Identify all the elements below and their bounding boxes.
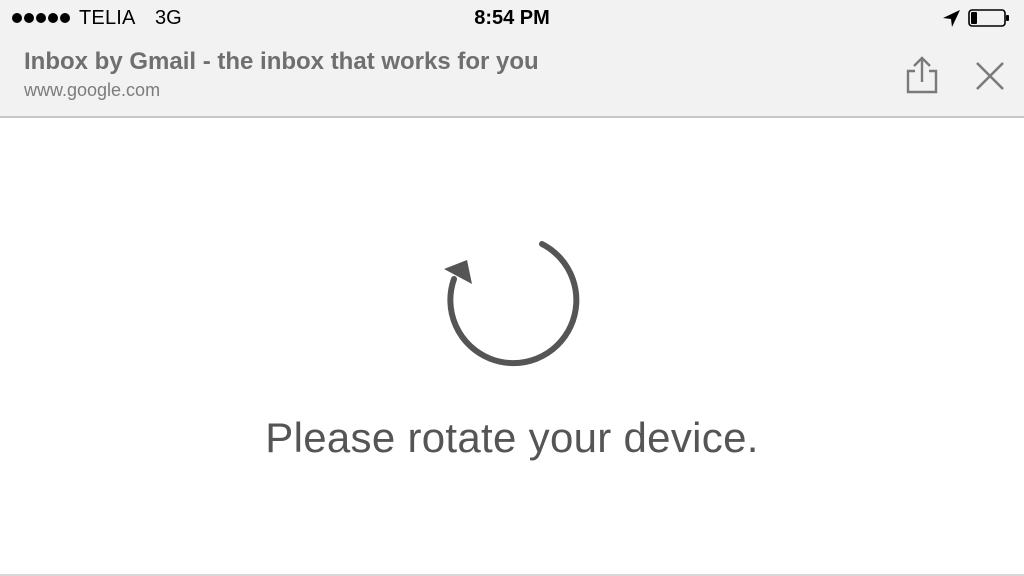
status-time: 8:54 PM xyxy=(474,7,550,29)
battery-fill xyxy=(971,12,977,24)
share-button[interactable] xyxy=(900,54,944,98)
page-url[interactable]: www.google.com xyxy=(24,80,160,101)
rotate-icon xyxy=(444,241,580,367)
battery-icon xyxy=(968,9,1009,27)
page-title: Inbox by Gmail - the inbox that works fo… xyxy=(24,48,539,75)
browser-header: Inbox by Gmail - the inbox that works fo… xyxy=(0,38,1024,118)
rotate-message: Please rotate your device. xyxy=(265,414,759,461)
screen: TELIA 3G 8:54 PM Inbox by Gmail - the in… xyxy=(0,0,1024,576)
close-icon xyxy=(976,62,1004,90)
location-arrow-icon xyxy=(943,10,960,27)
rotate-device-panel: Please rotate your device. xyxy=(0,118,1024,574)
close-button[interactable] xyxy=(970,56,1010,96)
share-icon xyxy=(906,56,938,94)
status-bar: TELIA 3G 8:54 PM xyxy=(0,0,1024,38)
